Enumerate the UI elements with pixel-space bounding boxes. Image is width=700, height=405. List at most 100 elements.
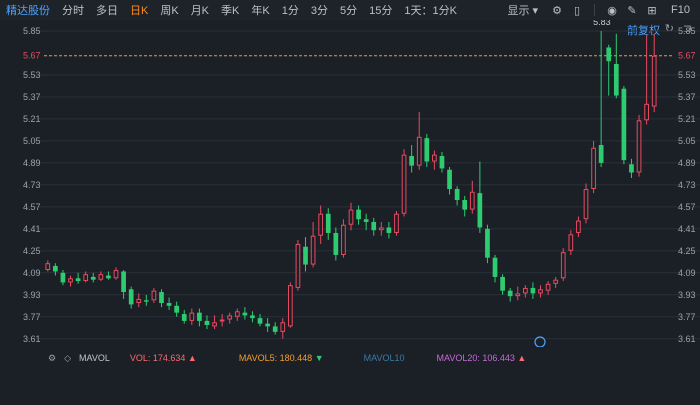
tab-15min[interactable]: 15分 <box>363 2 398 18</box>
candle-body <box>522 287 528 294</box>
y-tick-label-right: 3.93 <box>678 290 696 300</box>
candle-body <box>454 188 460 200</box>
y-tick-label-right: 5.53 <box>678 70 696 80</box>
separator <box>594 4 596 16</box>
y-tick-label-right: 4.41 <box>678 224 696 234</box>
indicator-name[interactable]: MAVOL <box>79 353 110 363</box>
candle-body <box>636 120 642 173</box>
candle-body <box>136 298 142 304</box>
candle-body <box>303 246 308 265</box>
candle-body <box>492 257 498 277</box>
candle-body <box>583 188 589 220</box>
candle-body <box>629 164 634 173</box>
tab-daily-k[interactable]: 日K <box>124 2 154 18</box>
y-tick-label-left: 3.61 <box>23 334 41 344</box>
candle-body <box>234 311 240 317</box>
y-tick-label-right: 5.85 <box>678 26 696 36</box>
candle-body <box>538 289 543 294</box>
candle-body <box>560 252 566 279</box>
candle-body <box>159 292 164 304</box>
candle-body <box>143 300 149 302</box>
candle-body <box>272 326 278 332</box>
camera-icon[interactable]: ◉ <box>605 3 619 17</box>
candle-body <box>90 276 96 280</box>
candle-body <box>318 213 324 236</box>
tab-1min[interactable]: 1分 <box>276 2 305 18</box>
y-tick-label-right: 4.09 <box>678 268 696 278</box>
tab-1day-1min[interactable]: 1天：1分K <box>398 2 463 18</box>
y-tick-label-right: 5.21 <box>678 114 696 124</box>
y-tick-label-right: 5.37 <box>678 92 696 102</box>
indicator-toggle-icon[interactable]: ◇ <box>64 353 71 364</box>
candle-body <box>530 287 536 294</box>
tab-5min[interactable]: 5分 <box>334 2 363 18</box>
candle-body <box>113 270 119 279</box>
candle-body <box>462 199 468 210</box>
candle-body <box>106 275 111 279</box>
y-tick-label-left: 4.41 <box>23 224 41 234</box>
candle-body <box>432 154 437 162</box>
high-annotation: 5.83 <box>593 20 611 27</box>
stock-name[interactable]: 精达股份 <box>0 2 56 18</box>
tab-monthly-k[interactable]: 月K <box>185 2 215 18</box>
tab-yearly-k[interactable]: 年K <box>245 2 275 18</box>
candle-body <box>227 315 233 320</box>
mavol5-value: MAVOL5: 180.448 ▼ <box>238 353 324 363</box>
candle-body <box>485 228 490 258</box>
candle-body <box>242 312 248 316</box>
display-label: 显示 <box>507 5 530 17</box>
candle-body <box>280 322 286 332</box>
candlestick-chart[interactable]: 5.85 5.85 5.67 5.67 5.53 5.53 5.37 5.37 5.21 5.21… <box>0 20 700 347</box>
tab-timeshare[interactable]: 分时 <box>56 2 90 18</box>
y-tick-label-left: 4.25 <box>23 246 41 256</box>
f10-button[interactable]: F10 <box>665 4 696 16</box>
y-tick-label-right: 4.89 <box>678 158 696 168</box>
candle-body <box>447 169 452 189</box>
candle-body <box>416 136 422 166</box>
y-tick-label-left: 4.73 <box>23 180 41 190</box>
y-tick-label-left: 5.67 <box>23 51 41 61</box>
candle-body <box>348 209 354 225</box>
split-icon[interactable]: ▯ <box>570 3 584 17</box>
candle-body <box>121 271 126 293</box>
candle-body <box>439 156 445 169</box>
y-tick-label-left: 5.21 <box>23 114 41 124</box>
volume-indicator-bar: ⚙ ◇ MAVOL VOL: 174.634 ▲ MAVOL5: 180.448… <box>0 347 700 369</box>
candle-body <box>98 274 104 280</box>
candle-body <box>68 278 73 283</box>
candle-body <box>386 227 392 233</box>
candle-body <box>295 243 301 288</box>
tab-quarterly-k[interactable]: 季K <box>215 2 245 18</box>
y-tick-label-right: 3.61 <box>678 334 696 344</box>
candle-body <box>325 213 331 233</box>
tab-weekly-k[interactable]: 周K <box>154 2 184 18</box>
candle-body <box>197 312 202 321</box>
candle-body <box>576 220 581 233</box>
grid-icon[interactable]: ⊞ <box>645 3 659 17</box>
y-tick-label-left: 3.93 <box>23 290 41 300</box>
y-tick-label-right: 4.25 <box>678 246 696 256</box>
display-menu[interactable]: 显示 ▾ <box>501 2 544 18</box>
y-tick-label-right: 5.67 <box>678 51 696 61</box>
candle-body <box>424 138 430 162</box>
candle-body <box>606 47 612 62</box>
candle-body <box>219 319 225 322</box>
y-tick-label-left: 4.09 <box>23 268 41 278</box>
candle-body <box>250 315 255 319</box>
tab-3min[interactable]: 3分 <box>305 2 334 18</box>
candle-body <box>371 221 377 231</box>
mavol10-value: MAVOL10 <box>363 353 405 363</box>
candle-body <box>401 154 407 214</box>
settings-icon[interactable]: ⚙ <box>550 3 564 17</box>
candle-body <box>151 290 157 301</box>
candle-body <box>310 235 316 265</box>
candle-body <box>613 63 619 96</box>
indicator-settings-icon[interactable]: ⚙ <box>48 353 56 364</box>
candle-body <box>477 193 483 228</box>
pencil-icon[interactable]: ✎ <box>625 3 639 17</box>
y-tick-label-left: 3.77 <box>23 312 41 322</box>
tab-multiday[interactable]: 多日 <box>90 2 124 18</box>
mavol20-text: MAVOL20: 106.443 <box>436 353 515 363</box>
candle-body <box>75 278 81 282</box>
volume-panel <box>0 369 700 405</box>
